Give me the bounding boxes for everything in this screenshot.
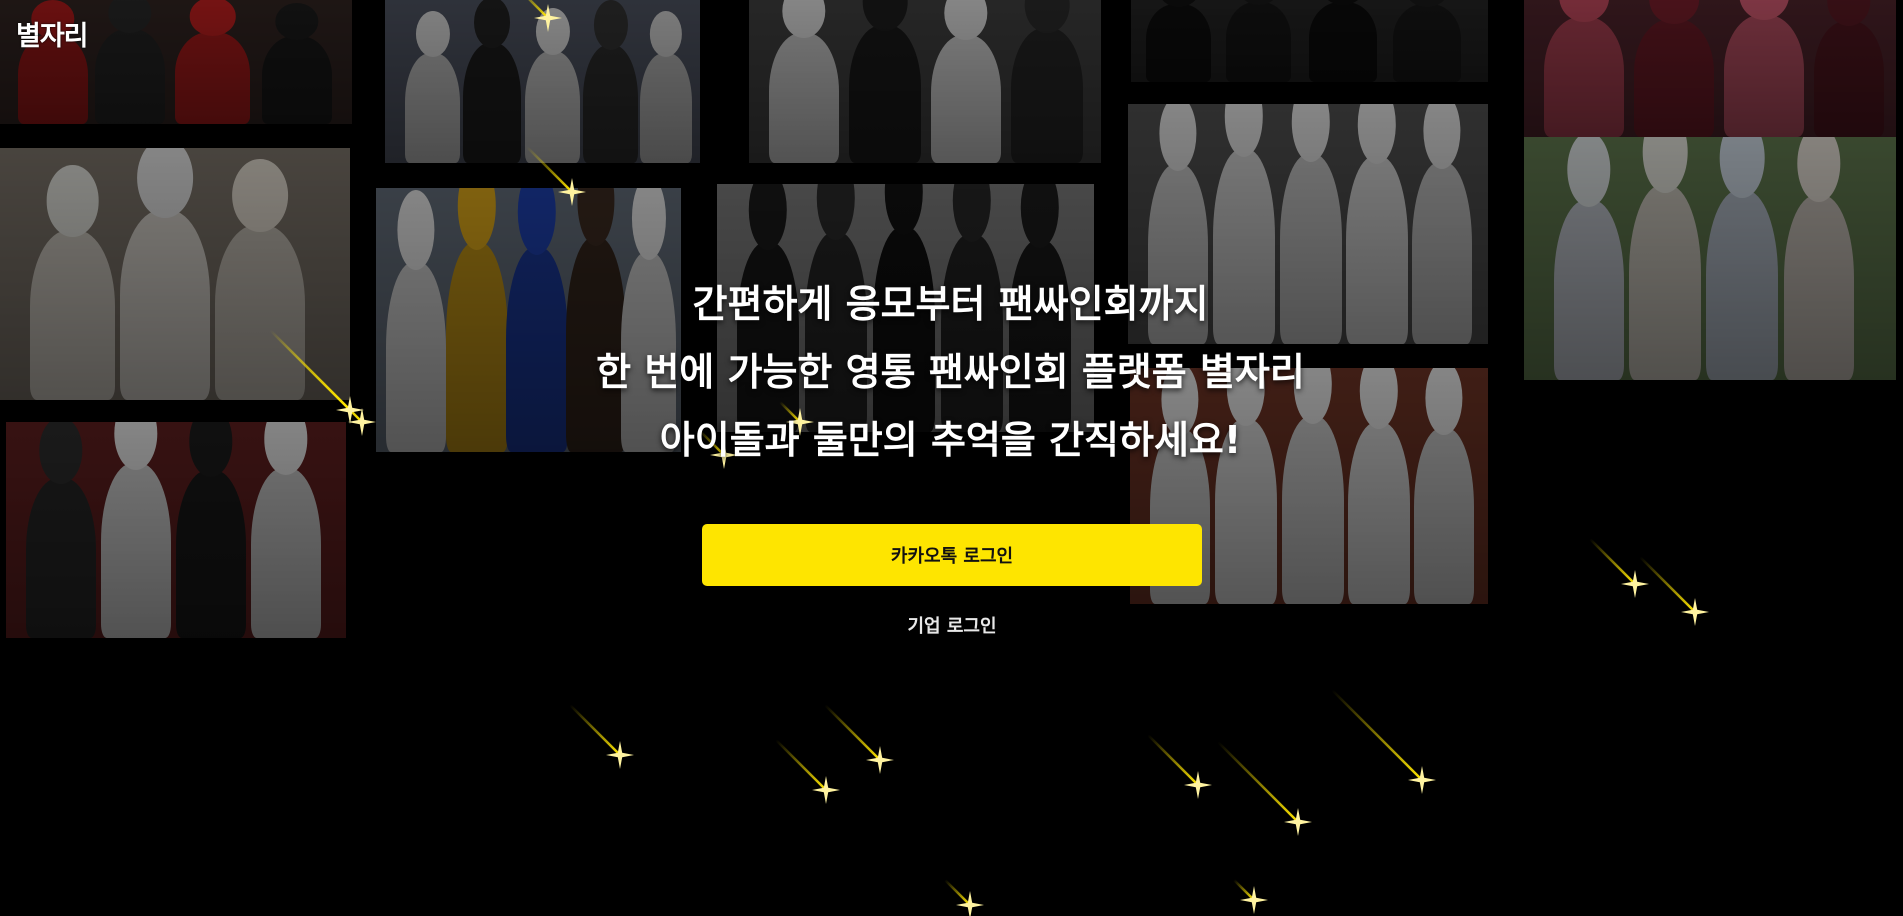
sparkle-icon bbox=[606, 741, 634, 769]
shooting-star-trail bbox=[944, 879, 971, 906]
sparkle-icon bbox=[1284, 808, 1312, 836]
sparkle-icon bbox=[866, 746, 894, 774]
shooting-star-trail bbox=[1147, 734, 1199, 786]
sparkle-icon bbox=[348, 408, 376, 436]
shooting-star-trail bbox=[1331, 689, 1423, 781]
headline-line-2: 한 번에 가능한 영통 팬싸인회 플랫폼 별자리 bbox=[596, 350, 1305, 394]
sparkle-icon bbox=[1184, 771, 1212, 799]
shooting-star-trail bbox=[1233, 879, 1255, 901]
headline-line-3: 아이돌과 둘만의 추억을 간직하세요! bbox=[659, 418, 1242, 462]
kakao-login-button[interactable]: 카카오톡 로그인 bbox=[702, 524, 1202, 586]
shooting-star-trail bbox=[1217, 741, 1299, 823]
collage-photo bbox=[385, 0, 700, 163]
shooting-star-trail bbox=[775, 739, 827, 791]
sparkle-icon bbox=[1240, 886, 1268, 914]
collage-photo bbox=[749, 0, 1101, 163]
shooting-star-trail bbox=[1639, 556, 1696, 613]
collage-photo bbox=[6, 422, 346, 638]
sparkle-icon bbox=[956, 891, 984, 916]
landing-page: 별자리 간편하게 응모부터 팬싸인회까지 한 번에 가능한 영통 팬싸인회 플랫… bbox=[0, 0, 1903, 916]
hero-headline: 간편하게 응모부터 팬싸인회까지 한 번에 가능한 영통 팬싸인회 플랫폼 별자… bbox=[480, 270, 1421, 474]
collage-photo bbox=[1524, 0, 1896, 137]
shooting-star-trail bbox=[1589, 538, 1636, 585]
headline-line-1: 간편하게 응모부터 팬싸인회까지 bbox=[692, 282, 1209, 326]
collage-photo bbox=[1524, 137, 1896, 380]
sparkle-icon bbox=[1681, 598, 1709, 626]
sparkle-icon bbox=[1621, 570, 1649, 598]
shooting-star-trail bbox=[569, 704, 621, 756]
shooting-star-trail bbox=[824, 704, 881, 761]
collage-photo bbox=[0, 148, 350, 400]
collage-photo bbox=[1131, 0, 1488, 82]
corporate-login-link[interactable]: 기업 로그인 bbox=[852, 612, 1052, 638]
sparkle-icon bbox=[336, 396, 364, 424]
app-logo[interactable]: 별자리 bbox=[16, 14, 89, 53]
sparkle-icon bbox=[812, 776, 840, 804]
sparkle-icon bbox=[1408, 766, 1436, 794]
